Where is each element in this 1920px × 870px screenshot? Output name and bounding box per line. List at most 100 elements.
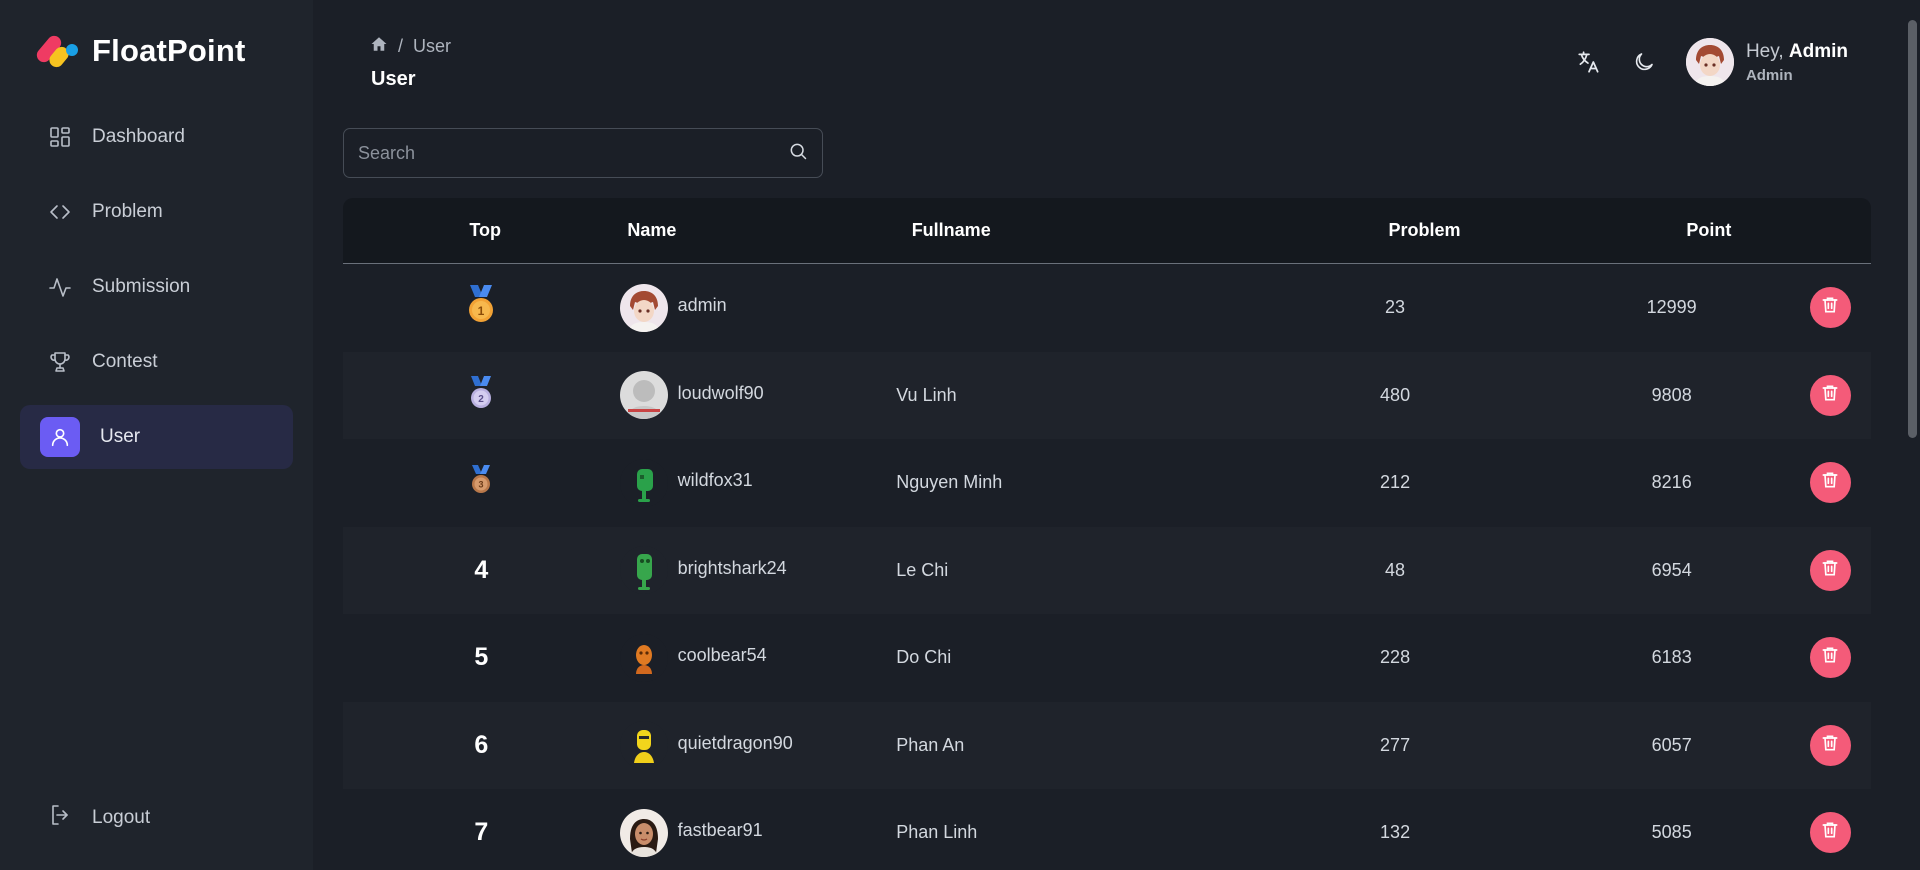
rank-cell: 6 xyxy=(343,731,620,760)
floatpoint-logo xyxy=(33,30,80,72)
point-value: 6057 xyxy=(1651,734,1692,755)
point-value: 6954 xyxy=(1651,559,1692,580)
logout-button[interactable]: Logout xyxy=(48,803,150,833)
sidebar-item-label: User xyxy=(100,426,141,447)
point-value: 8216 xyxy=(1651,472,1692,493)
fullname: Phan Linh xyxy=(896,822,978,843)
table-header: Top Name Fullname Problem Point xyxy=(343,198,1871,264)
moon-icon[interactable] xyxy=(1629,47,1659,77)
delete-button[interactable] xyxy=(1809,549,1851,591)
fullname: Le Chi xyxy=(896,559,949,580)
trophy-icon xyxy=(48,350,72,374)
page-title: User xyxy=(371,68,416,90)
delete-button[interactable] xyxy=(1809,637,1851,679)
sidebar-item-label: Problem xyxy=(92,201,163,222)
sidebar-item-label: Contest xyxy=(92,351,158,372)
avatar xyxy=(619,721,668,770)
user-menu[interactable]: Hey, Admin Admin xyxy=(1685,38,1848,86)
table-row[interactable]: 5 coolbear54 Do Chi 228 6183 xyxy=(343,614,1871,702)
table-row[interactable]: 3 wildfox31 Nguyen Minh 212 8216 xyxy=(343,439,1871,527)
silver-medal-icon: 2 xyxy=(467,375,495,415)
gold-medal-icon: 1 xyxy=(465,285,497,330)
user-role: Admin xyxy=(1745,66,1793,84)
username: loudwolf90 xyxy=(677,382,764,403)
column-header-point[interactable]: Point xyxy=(1567,220,1851,241)
problem-count: 23 xyxy=(1385,297,1406,318)
scrollbar-thumb[interactable] xyxy=(1908,20,1917,438)
problem-count: 212 xyxy=(1380,472,1411,493)
breadcrumb-current: User xyxy=(413,36,452,56)
sidebar-item-label: Dashboard xyxy=(92,126,185,147)
delete-button[interactable] xyxy=(1809,462,1851,504)
column-header-problem[interactable]: Problem xyxy=(1282,220,1566,241)
rank-number: 5 xyxy=(474,643,489,672)
sidebar-item-contest[interactable]: Contest xyxy=(20,330,293,394)
username: fastbear91 xyxy=(677,820,763,841)
home-icon[interactable] xyxy=(370,35,388,58)
column-header-top[interactable]: Top xyxy=(343,220,627,241)
sidebar-item-problem[interactable]: Problem xyxy=(20,180,293,244)
table-row[interactable]: 2 loudwolf90 Vu Linh 480 9808 xyxy=(343,351,1871,439)
delete-button[interactable] xyxy=(1809,374,1851,416)
problem-count: 277 xyxy=(1380,734,1411,755)
rank-number: 4 xyxy=(474,555,489,584)
search-input[interactable] xyxy=(358,142,788,164)
scrollbar[interactable] xyxy=(1904,0,1920,870)
delete-button[interactable] xyxy=(1809,812,1851,854)
dashboard-icon xyxy=(48,125,72,149)
search-icon[interactable] xyxy=(788,141,808,166)
bronze-medal-icon: 3 xyxy=(469,465,493,500)
avatar xyxy=(619,633,668,682)
table-row[interactable]: 7 fastbear91 Phan Linh 132 5085 xyxy=(343,789,1871,870)
trash-icon xyxy=(1820,820,1840,845)
trash-icon xyxy=(1820,470,1840,495)
problem-count: 132 xyxy=(1380,822,1411,843)
svg-text:2: 2 xyxy=(479,394,485,405)
delete-button[interactable] xyxy=(1809,724,1851,766)
column-header-name[interactable]: Name xyxy=(627,220,911,241)
table-row[interactable]: 4 brightshark24 Le Chi 48 6954 xyxy=(343,526,1871,614)
breadcrumb-separator: / xyxy=(398,36,404,56)
topbar: Hey, Admin Admin xyxy=(1574,38,1848,86)
trash-icon xyxy=(1820,733,1840,758)
sidebar-item-submission[interactable]: Submission xyxy=(20,255,293,319)
rank-number: 7 xyxy=(474,818,489,847)
point-value: 12999 xyxy=(1646,297,1697,318)
problem-count: 480 xyxy=(1380,384,1411,405)
table-row[interactable]: 6 quietdragon90 Phan An 277 6057 xyxy=(343,701,1871,789)
username: wildfox31 xyxy=(677,470,753,491)
logout-icon xyxy=(48,803,72,833)
rank-number: 6 xyxy=(474,730,489,759)
search-box xyxy=(343,128,823,178)
sidebar-nav: Dashboard Problem Submission Contest Use… xyxy=(20,105,293,480)
avatar xyxy=(619,458,668,507)
avatar xyxy=(619,371,668,420)
avatar xyxy=(1685,38,1734,86)
trash-icon xyxy=(1820,558,1840,583)
greeting: Hey, Admin xyxy=(1745,40,1848,62)
logout-label: Logout xyxy=(92,807,151,828)
breadcrumb: / User xyxy=(370,35,451,58)
username: admin xyxy=(677,295,727,316)
user-table: Top Name Fullname Problem Point 1 admin … xyxy=(343,198,1871,870)
delete-button[interactable] xyxy=(1809,287,1851,329)
sidebar-item-dashboard[interactable]: Dashboard xyxy=(20,105,293,169)
brand-name: FloatPoint xyxy=(92,33,246,68)
sidebar-item-user[interactable]: User xyxy=(20,405,293,469)
brand[interactable]: FloatPoint xyxy=(33,30,246,72)
point-value: 6183 xyxy=(1651,647,1692,668)
fullname: Do Chi xyxy=(896,647,952,668)
rank-cell: 1 xyxy=(343,285,620,330)
problem-count: 228 xyxy=(1380,647,1411,668)
rank-cell: 4 xyxy=(343,556,620,585)
translate-icon[interactable] xyxy=(1574,47,1604,77)
problem-count: 48 xyxy=(1385,559,1406,580)
table-row[interactable]: 1 admin 23 12999 xyxy=(343,264,1871,352)
avatar xyxy=(619,546,668,595)
column-header-fullname[interactable]: Fullname xyxy=(912,220,1283,241)
sidebar-item-label: Submission xyxy=(92,276,191,297)
trash-icon xyxy=(1820,383,1840,408)
username: coolbear54 xyxy=(677,645,767,666)
point-value: 9808 xyxy=(1651,384,1692,405)
sidebar: FloatPoint Dashboard Problem Submission … xyxy=(0,0,313,870)
